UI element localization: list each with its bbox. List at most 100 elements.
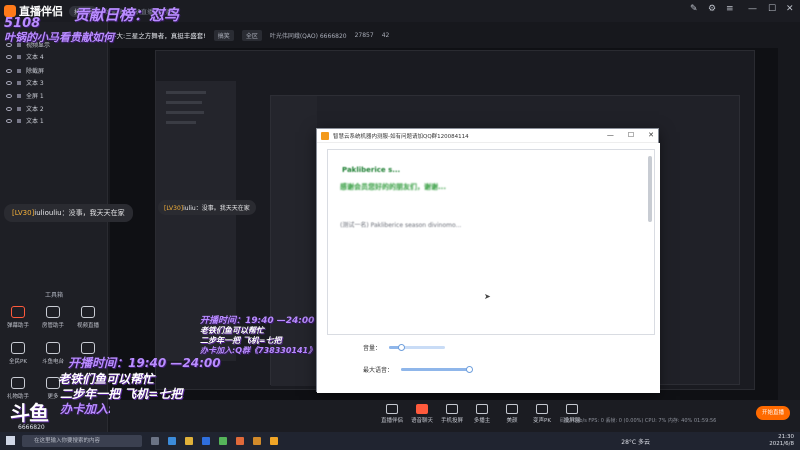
system-clock[interactable]: 21:30 2021/6/8	[769, 434, 794, 448]
settings-icon[interactable]: ⚙	[708, 4, 716, 14]
ctrl-voicechange[interactable]: 变声PK	[528, 404, 556, 424]
source-item[interactable]: 文本 1	[6, 116, 44, 125]
edge-icon[interactable]	[168, 437, 176, 445]
source-item[interactable]: 全屏 1	[6, 91, 44, 100]
ctrl-phone[interactable]: 手机投屏	[438, 404, 466, 424]
dialog-maximize-button[interactable]: ☐	[628, 131, 634, 139]
tool-label: 斗鱼电台	[41, 359, 64, 365]
max-voice-label: 最大语音：	[363, 367, 394, 374]
ctrl-multi[interactable]: 多播主	[468, 404, 496, 424]
video-icon	[81, 306, 95, 318]
app-icon[interactable]	[270, 437, 278, 445]
dialog-body: Pakliberice s... 感谢会员您好的的朋友们，谢谢... (测试一名…	[317, 143, 660, 393]
tool-admin[interactable]: 房管助手	[37, 306, 69, 329]
ctrl-voice[interactable]: 语音聊天	[408, 404, 436, 424]
ctrl-label: 变声PK	[533, 418, 551, 424]
tool-video[interactable]: 视频直播	[72, 306, 104, 329]
app-icon[interactable]	[236, 437, 244, 445]
voice-icon	[416, 404, 428, 414]
menu-icon[interactable]: ≡	[726, 4, 734, 14]
explorer-icon[interactable]	[185, 437, 193, 445]
lock-icon[interactable]	[17, 106, 21, 111]
tool-danmu[interactable]: 弹幕助手	[2, 306, 34, 329]
maximize-icon[interactable]: ☐	[768, 4, 776, 14]
weather-widget[interactable]: 28°C 多云	[621, 437, 650, 446]
source-label: 文本 2	[26, 106, 44, 113]
lock-icon[interactable]	[17, 54, 21, 59]
lock-icon[interactable]	[17, 68, 21, 73]
tool-label: 视频直播	[76, 323, 99, 329]
dialog-minimize-button[interactable]: —	[607, 131, 614, 139]
max-voice-fill	[401, 368, 470, 371]
max-voice-knob[interactable]	[466, 366, 474, 373]
clock-date: 2021/6/8	[769, 441, 794, 447]
volume-knob[interactable]	[397, 344, 405, 351]
taskview-icon[interactable]	[151, 437, 159, 445]
tool-radio[interactable]: 斗鱼电台	[37, 342, 69, 365]
ctrl-danmu[interactable]: 直播伴侣	[378, 404, 406, 424]
eye-icon[interactable]	[6, 93, 12, 98]
clock-time: 21:30	[778, 434, 794, 440]
mouse-cursor-icon: ➤	[484, 292, 491, 301]
log-line: (测试一名) Pakliberice season divinomo...	[340, 222, 462, 229]
phone-icon	[446, 404, 458, 414]
control-bar: 直播伴侣 语音聊天 手机投屏 多播主 美颜 变声PK 投屏器 开始直播	[110, 400, 800, 432]
join-overlay-nested: 办卡加入:Q群《738330141》	[200, 346, 317, 355]
log-scrollbar[interactable]	[648, 156, 652, 222]
danmu-icon	[11, 306, 25, 318]
tool-label: 更多	[47, 394, 59, 400]
nested-line	[166, 121, 196, 124]
toolbox-title: 工具箱	[44, 292, 63, 299]
chat-text: iuliouliu：没事，我天天在家	[34, 209, 125, 217]
chat-level: [LV30]	[12, 209, 35, 217]
source-item[interactable]: 文本 4	[6, 52, 44, 61]
stream-status: 码率: 0kb/s FPS: 0 丢帧: 0 (0.00%) CPU: 7% 内…	[560, 418, 717, 424]
radio-icon	[46, 342, 60, 354]
eye-icon[interactable]	[6, 80, 12, 85]
viewer-count: 27857	[354, 31, 374, 39]
lock-icon[interactable]	[17, 80, 21, 85]
douyu-room-id: 6666820	[18, 424, 45, 431]
app-icon[interactable]	[253, 437, 261, 445]
start-live-button[interactable]: 开始直播	[756, 406, 790, 420]
source-label: 文本 3	[26, 80, 44, 87]
volume-slider[interactable]	[389, 344, 446, 351]
system-dialog: 智慧云系统机器内测服-如有问题请加QQ群120084114 — ☐ ✕ Pakl…	[316, 128, 660, 393]
ctrl-label: 手机投屏	[440, 418, 463, 424]
eye-icon[interactable]	[6, 118, 12, 123]
tool-pk[interactable]: 全民PK	[2, 342, 34, 365]
gift-icon	[11, 377, 25, 389]
ctrl-beauty[interactable]: 美颜	[498, 404, 526, 424]
taskbar-search[interactable]: 在这里输入你要搜索的内容	[22, 435, 142, 447]
lock-icon[interactable]	[17, 118, 21, 123]
app-icon[interactable]	[219, 437, 227, 445]
close-icon[interactable]: ✕	[786, 4, 794, 14]
max-voice-slider[interactable]	[401, 366, 474, 373]
tool-label: 全民PK	[9, 359, 27, 365]
dialog-close-button[interactable]: ✕	[648, 131, 654, 139]
skin-icon[interactable]: ✎	[690, 4, 698, 14]
projector-icon	[566, 404, 578, 414]
dialog-titlebar[interactable]: 智慧云系统机器内测服-如有问题请加QQ群120084114 — ☐ ✕	[317, 129, 658, 143]
minimize-icon[interactable]: —	[748, 4, 757, 14]
source-item[interactable]: 文本 2	[6, 104, 44, 113]
voicechange-icon	[536, 404, 548, 414]
nested-line	[166, 111, 204, 114]
eye-icon[interactable]	[6, 68, 12, 73]
lock-icon[interactable]	[17, 93, 21, 98]
windows-start-icon[interactable]	[6, 436, 15, 445]
max-voice-row: 最大语音：	[363, 365, 474, 374]
like-count: 42	[381, 31, 390, 39]
store-icon[interactable]	[202, 437, 210, 445]
tool-label: 房管助手	[41, 323, 64, 329]
live-title[interactable]: 斗大:三星之方舞者，真挺丰盛套!	[110, 30, 206, 40]
source-item[interactable]: 文本 3	[6, 78, 44, 87]
rank-sub: 叶锅的小马看贵献如何	[4, 31, 114, 44]
eye-icon[interactable]	[6, 54, 12, 59]
live-info-row: 斗大:三星之方舞者，真挺丰盛套! 搞笑 全区 叶光伟同峨(QAO) 666682…	[110, 22, 800, 48]
live-category[interactable]: 全区	[241, 29, 262, 41]
live-tag[interactable]: 搞笑	[213, 29, 234, 41]
message-log[interactable]: Pakliberice s... 感谢会员您好的的朋友们，谢谢... (测试一名…	[327, 149, 655, 335]
source-item[interactable]: 除截屏	[6, 66, 44, 75]
eye-icon[interactable]	[6, 106, 12, 111]
